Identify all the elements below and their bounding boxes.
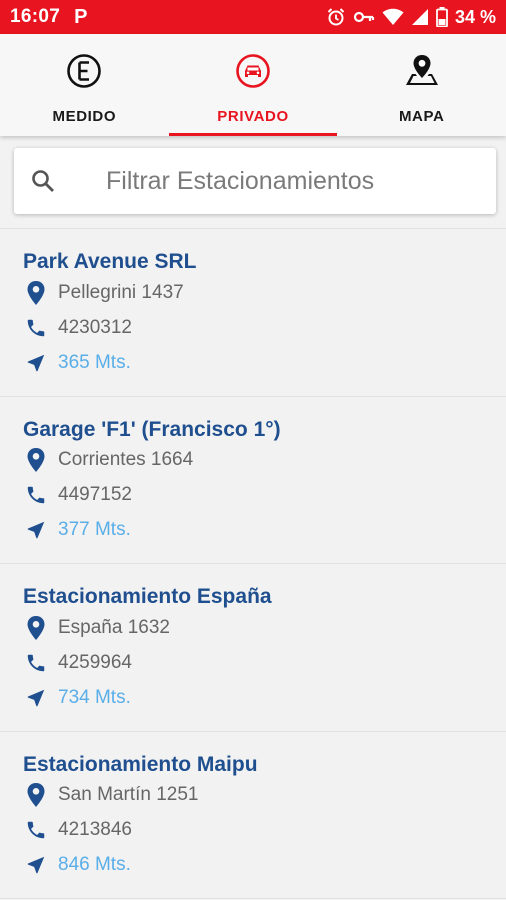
parking-phone[interactable]: 4213846 [58, 819, 132, 841]
navigation-arrow-icon [23, 350, 49, 376]
parking-phone[interactable]: 4230312 [58, 317, 132, 339]
tab-mapa[interactable]: MAPA [337, 34, 506, 136]
parking-address: Pellegrini 1437 [58, 281, 184, 303]
key-icon [353, 9, 375, 25]
tab-medido-label: MEDIDO [52, 108, 117, 125]
search-icon[interactable] [28, 166, 58, 196]
navigation-arrow-icon [23, 685, 49, 711]
parking-name: Park Avenue SRL [23, 250, 197, 273]
phone-icon [23, 482, 49, 508]
location-icon [23, 280, 49, 306]
phone-icon [23, 650, 49, 676]
navigation-arrow-icon [23, 517, 49, 543]
battery-icon [436, 7, 448, 27]
parking-distance: 365 Mts. [58, 351, 131, 373]
tab-mapa-label: MAPA [398, 108, 445, 125]
parking-distance: 734 Mts. [58, 686, 131, 708]
car-icon [234, 52, 272, 90]
alarm-icon [326, 7, 346, 27]
parking-name: Estacionamiento Maipu [23, 752, 258, 776]
parking-name: Garage 'F1' (Francisco 1°) [23, 417, 281, 441]
parking-list: Park Avenue SRL Pellegrini 1437 4230312 … [0, 229, 506, 899]
tab-medido[interactable]: MEDIDO [0, 34, 169, 136]
parking-app-icon: P [74, 5, 88, 28]
location-icon [23, 615, 49, 641]
battery-percentage: 34 % [454, 6, 496, 27]
parking-address: Corrientes 1664 [58, 449, 194, 470]
tab-privado-label: PRIVADO [217, 108, 289, 125]
meter-e-icon [65, 52, 103, 90]
status-time: 16:07 [10, 6, 61, 27]
parking-phone[interactable]: 4259964 [58, 652, 132, 674]
list-item[interactable]: Park Avenue SRL Pellegrini 1437 4230312 … [0, 229, 506, 397]
map-pin-icon [403, 52, 441, 90]
list-item[interactable]: Garage 'F1' (Francisco 1°) Corrientes 16… [0, 397, 506, 564]
location-icon [23, 782, 49, 808]
status-bar: 16:07 P 34 % [0, 0, 506, 34]
search-input[interactable] [106, 166, 466, 196]
list-item[interactable]: Estacionamiento España España 1632 42599… [0, 564, 506, 732]
parking-name: Estacionamiento España [23, 585, 272, 608]
parking-distance: 846 Mts. [58, 854, 131, 875]
parking-phone[interactable]: 4497152 [58, 484, 132, 506]
status-icons: 34 % [326, 7, 496, 28]
parking-address: España 1632 [58, 616, 170, 638]
phone-icon [23, 817, 49, 843]
signal-icon [411, 8, 429, 26]
parking-address: San Martín 1251 [58, 784, 199, 805]
navigation-arrow-icon [23, 852, 49, 878]
phone-icon [23, 315, 49, 341]
tab-privado[interactable]: PRIVADO [168, 34, 338, 136]
location-icon [23, 447, 49, 473]
tab-bar: MEDIDO PRIVADO MAPA [0, 34, 506, 136]
wifi-icon [382, 8, 404, 26]
list-item[interactable]: Estacionamiento Maipu San Martín 1251 42… [0, 732, 506, 899]
search-bar [14, 148, 496, 214]
parking-distance: 377 Mts. [58, 519, 131, 540]
